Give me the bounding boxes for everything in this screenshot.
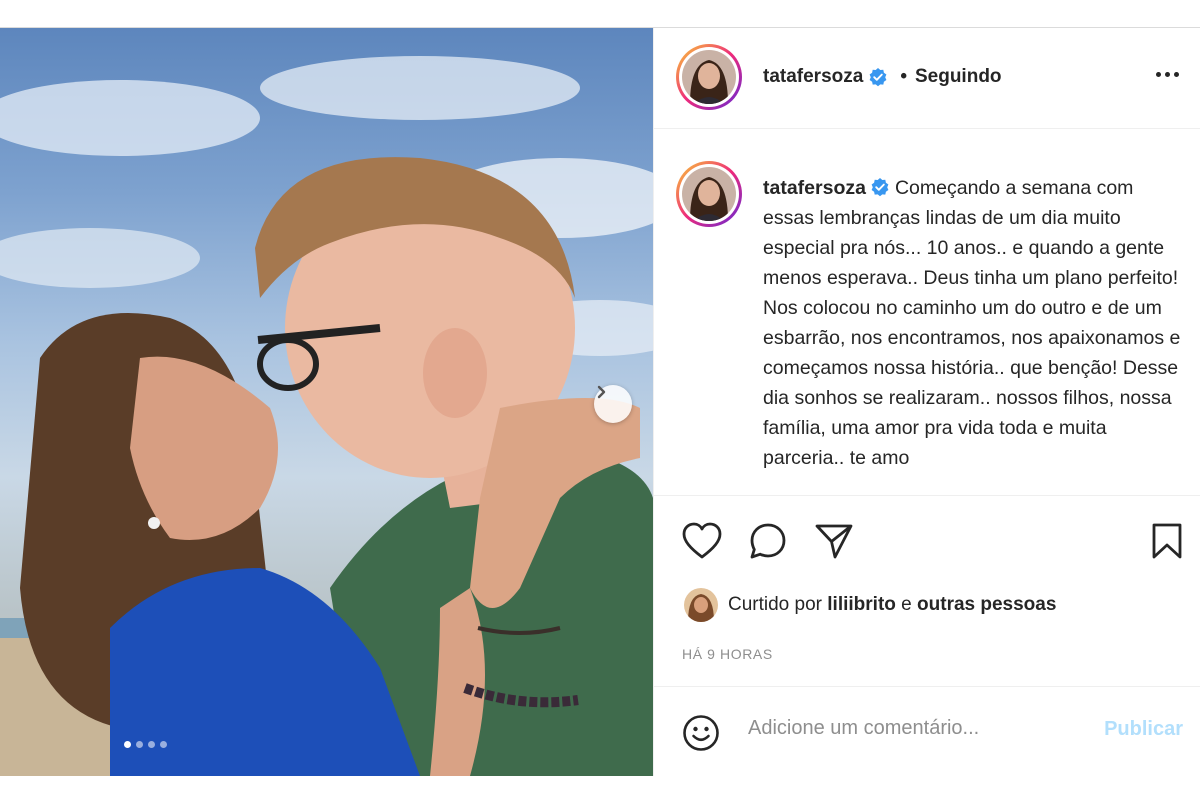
couple-photo-illustration [0,56,653,776]
post-header: tatafersoza • Seguindo [654,28,1200,129]
profile-picture [682,167,736,221]
more-options-button[interactable] [1156,72,1179,77]
verified-badge-icon [869,68,887,87]
author-username[interactable]: tatafersoza [763,66,863,88]
bookmark-icon[interactable] [1150,522,1184,560]
author-info: tatafersoza • Seguindo [763,66,1002,88]
author-avatar[interactable] [676,44,742,110]
likes-summary: Curtido por liliibrito e outras pessoas [684,588,1056,622]
following-button[interactable]: Seguindo [915,66,1002,88]
profile-picture [682,50,736,104]
comment-input[interactable] [748,717,1088,740]
caption-author-avatar[interactable] [676,161,742,227]
carousel-dot [160,741,167,748]
publish-button[interactable]: Publicar [1104,718,1183,741]
post-caption: tatafersoza Começando a semana com essas… [763,173,1183,473]
comment-bar: Publicar [654,686,1200,776]
like-heart-icon[interactable] [682,522,722,560]
liker-username[interactable]: liliibrito [827,594,896,616]
likes-prefix: Curtido por [728,594,822,615]
more-dot-icon [1165,72,1170,77]
profile-picture [684,588,718,622]
caption-text: Começando a semana com essas lembranças … [763,177,1181,469]
more-dot-icon [1156,72,1161,77]
post-sidebar: tatafersoza • Seguindo tatafersoza Começ… [653,28,1200,776]
carousel-dot [148,741,155,748]
likes-others-link[interactable]: outras pessoas [917,594,1056,616]
carousel-dot [124,741,131,748]
liker-avatar[interactable] [684,588,718,622]
carousel-indicator [124,741,167,748]
post-actions: Curtido por liliibrito e outras pessoas … [654,495,1200,685]
instagram-post: tatafersoza • Seguindo tatafersoza Começ… [0,27,1200,776]
share-icon[interactable] [814,522,854,560]
post-timestamp[interactable]: HÁ 9 HORAS [682,646,773,662]
more-dot-icon [1174,72,1179,77]
caption-username[interactable]: tatafersoza [763,177,866,199]
post-photo[interactable] [0,28,653,776]
caption-section: tatafersoza Começando a semana com essas… [654,129,1200,495]
likes-connector: e [901,594,912,615]
carousel-next-button[interactable] [594,385,632,423]
emoji-icon[interactable] [682,714,720,752]
carousel-dot [136,741,143,748]
chevron-right-icon [597,385,606,399]
verified-badge-icon [871,178,889,197]
header-separator: • [900,66,907,87]
comment-icon[interactable] [748,522,788,560]
